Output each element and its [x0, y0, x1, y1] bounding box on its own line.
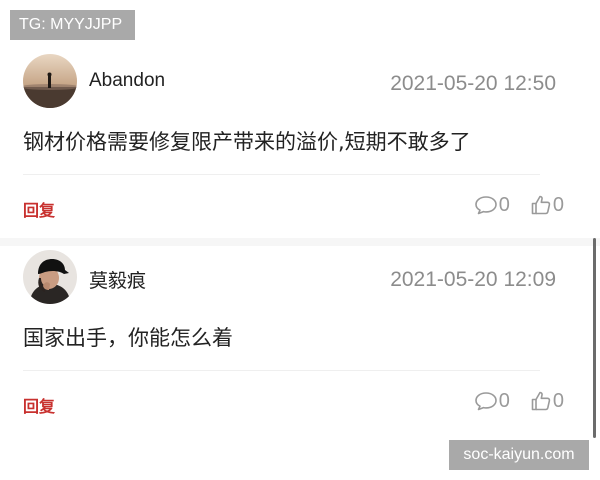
divider: [23, 370, 540, 371]
username[interactable]: 莫毅痕: [89, 266, 146, 293]
comment-item: Abandon 2021-05-20 12:50 钢材价格需要修复限产带来的溢价…: [0, 54, 590, 240]
comment-count-button[interactable]: 0: [474, 390, 510, 413]
like-button[interactable]: 0: [530, 390, 564, 413]
watermark: soc-kaiyun.com: [449, 440, 589, 470]
thumbs-up-icon: [531, 391, 551, 411]
reply-button[interactable]: 回复: [23, 197, 55, 221]
thumbs-up-icon: [531, 195, 551, 215]
comment-text: 钢材价格需要修复限产带来的溢价,短期不敢多了: [23, 130, 471, 154]
comment-timestamp: 2021-05-20 12:50: [390, 72, 556, 95]
comment-timestamp: 2021-05-20 12:09: [390, 268, 556, 291]
like-count: 0: [552, 193, 564, 216]
comment-count: 0: [498, 193, 510, 216]
like-count: 0: [552, 389, 564, 412]
speech-bubble-icon: [474, 392, 497, 411]
comment-page: TG: MYYJJPP Abandon 2021-05-20 12:50 钢材价…: [0, 0, 600, 480]
reply-button[interactable]: 回复: [23, 393, 55, 417]
comment-actions: 0 0: [474, 388, 564, 414]
comment-actions: 0 0: [474, 192, 564, 218]
section-divider: [0, 238, 600, 246]
sunset-figure-avatar-icon: [23, 54, 77, 108]
like-button[interactable]: 0: [530, 194, 564, 217]
comment-count: 0: [498, 389, 510, 412]
comment-text: 国家出手，你能怎么着: [23, 326, 233, 350]
comment-item: 莫毅痕 2021-05-20 12:09 国家出手，你能怎么着 回复 0 0: [0, 250, 590, 436]
avatar[interactable]: [23, 250, 77, 304]
channel-tag: TG: MYYJJPP: [10, 10, 135, 40]
comment-count-button[interactable]: 0: [474, 194, 510, 217]
scrollbar[interactable]: [593, 238, 596, 438]
avatar[interactable]: [23, 54, 77, 108]
speech-bubble-icon: [474, 196, 497, 215]
username[interactable]: Abandon: [89, 70, 165, 92]
person-in-cap-avatar-icon: [23, 250, 77, 304]
divider: [23, 174, 540, 175]
